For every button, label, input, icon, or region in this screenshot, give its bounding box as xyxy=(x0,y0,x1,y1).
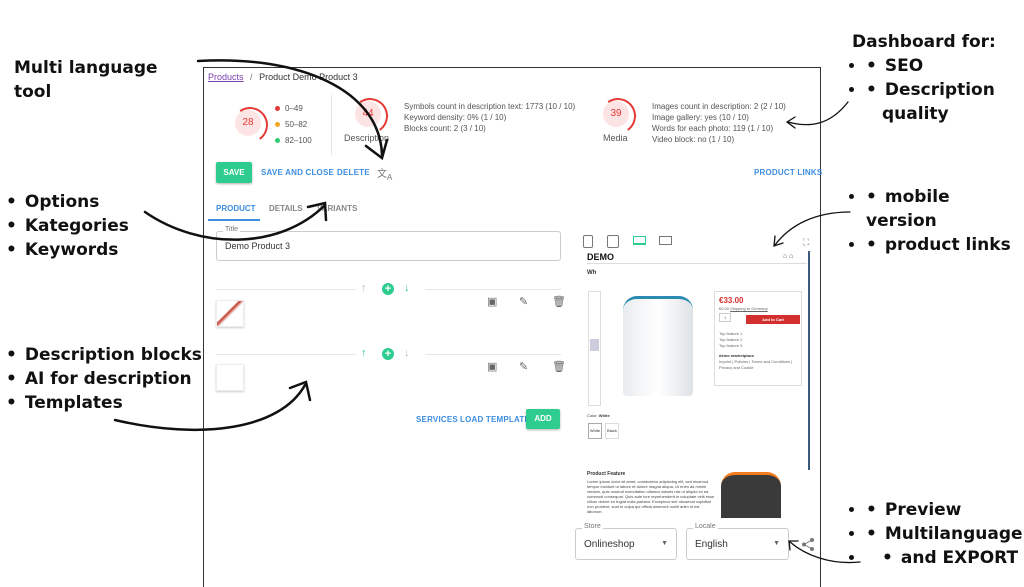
services-button[interactable]: SERVICES xyxy=(416,415,458,424)
annotation-item: Keywords xyxy=(6,238,129,262)
annotation-item: and EXPORT xyxy=(866,546,1023,570)
product-image xyxy=(623,296,693,396)
add-block-icon[interactable]: + xyxy=(382,283,394,295)
preview-frame: DEMO ⌂ ⌂ Wh €33.00 €0.00 Shipping to Ger… xyxy=(583,251,811,470)
divider xyxy=(425,289,561,290)
tab-product[interactable]: PRODUCT xyxy=(216,204,256,213)
add-block-icon[interactable]: + xyxy=(382,348,394,360)
annotation-dashboard-group: SEO Description quality xyxy=(866,54,1016,126)
active-tab-indicator xyxy=(208,219,260,221)
title-label: Title xyxy=(223,226,240,233)
breadcrumb-separator: / xyxy=(250,72,253,82)
store-select[interactable]: Store Onlineshop ▼ xyxy=(575,523,677,560)
variant-black[interactable]: Black xyxy=(605,423,619,439)
annotation-options-group: Options Kategories Keywords xyxy=(6,190,129,262)
move-up-icon[interactable]: ↑ xyxy=(361,282,367,294)
description-score: 44 xyxy=(355,101,381,127)
score-legend: 0–49 50–82 82–100 xyxy=(275,101,312,149)
annotation-item: Multilanguage xyxy=(866,522,1023,546)
title-input[interactable]: Title Demo Product 3 xyxy=(216,226,561,261)
share-icon[interactable] xyxy=(801,537,815,552)
delete-block-icon[interactable]: 🗑 xyxy=(552,295,566,308)
dropdown-caret-icon: ▼ xyxy=(773,540,780,547)
breadcrumb-products-link[interactable]: Products xyxy=(208,72,244,82)
translate-icon[interactable]: 文A xyxy=(377,165,392,182)
delete-button[interactable]: DELETE xyxy=(337,168,370,177)
color-label: Color: White xyxy=(587,413,610,418)
annotation-item: mobile version xyxy=(866,185,1024,233)
delete-block-icon[interactable]: 🗑 xyxy=(552,360,566,373)
feature-title: Product Feature xyxy=(587,471,626,477)
divider xyxy=(587,263,807,264)
legend-item: 82–100 xyxy=(275,133,312,149)
block-thumbnail[interactable] xyxy=(216,300,244,327)
annotation-preview-group: Preview Multilanguage and EXPORT xyxy=(866,498,1023,570)
legend-item: 50–82 xyxy=(275,117,312,133)
annotation-item: Templates xyxy=(6,391,202,415)
thumbnail-image[interactable] xyxy=(590,339,599,351)
feature-text: Lorem ipsum dolor sit amet, consectetur … xyxy=(587,479,715,514)
media-score-label: Media xyxy=(603,133,628,143)
dropdown-caret-icon: ▼ xyxy=(661,540,668,547)
move-down-icon[interactable]: ↓ xyxy=(404,347,410,359)
annotation-item: Preview xyxy=(866,498,1023,522)
save-block-icon[interactable]: ▣ xyxy=(487,295,497,308)
product-links-button[interactable]: PRODUCT LINKS xyxy=(754,168,822,177)
edit-block-icon[interactable]: ✎ xyxy=(519,295,528,308)
fullscreen-icon[interactable]: ⛶ xyxy=(803,237,809,248)
preview-feature-area: Product Feature Lorem ipsum dolor sit am… xyxy=(583,470,811,524)
move-up-icon[interactable]: ↑ xyxy=(361,347,367,359)
save-button[interactable]: SAVE xyxy=(216,162,252,183)
media-score: 39 xyxy=(603,101,629,127)
block-thumbnail[interactable] xyxy=(216,364,244,391)
preview-heading: Wh xyxy=(587,270,597,276)
preview-scrollbar[interactable] xyxy=(808,251,810,470)
save-and-close-button[interactable]: SAVE AND CLOSE xyxy=(261,168,334,177)
description-details: Symbols count in description text: 1773 … xyxy=(404,102,576,133)
preview-logo: DEMO xyxy=(587,252,614,262)
annotation-item: SEO xyxy=(866,54,1016,78)
price: €33.00 xyxy=(719,296,744,305)
annotation-item: AI for description xyxy=(6,367,202,391)
divider xyxy=(216,289,356,290)
legend-item: 0–49 xyxy=(275,101,312,117)
quantity-select[interactable]: 1 xyxy=(719,313,732,322)
divider xyxy=(331,95,332,155)
annotation-mobile-group: mobile version product links xyxy=(866,185,1024,257)
annotation-item: Kategories xyxy=(6,214,129,238)
add-to-cart-button[interactable]: Add to Cart xyxy=(746,315,800,324)
annotation-multi-language: Multi language tool xyxy=(14,58,158,102)
save-block-icon[interactable]: ▣ xyxy=(487,360,497,373)
media-details: Images count in description: 2 (2 / 10) … xyxy=(652,102,786,144)
locale-select[interactable]: Locale English ▼ xyxy=(686,523,789,560)
move-down-icon[interactable]: ↓ xyxy=(404,282,410,294)
laptop-view-icon[interactable] xyxy=(633,236,646,245)
annotation-blocks-group: Description blocks AI for description Te… xyxy=(6,343,202,415)
variant-white[interactable]: White xyxy=(588,423,602,439)
seller-links[interactable]: Imprint | Policies | Terms and Condition… xyxy=(719,359,797,371)
buy-box: €33.00 €0.00 Shipping to Germany 1 Add t… xyxy=(714,291,802,386)
divider xyxy=(216,354,356,355)
feature-image xyxy=(721,472,781,518)
annotation-item: Description quality xyxy=(866,78,1016,126)
breadcrumb-current: Product Demo Product 3 xyxy=(259,72,358,82)
preview-header-icons: ⌂ ⌂ xyxy=(783,253,794,260)
tab-details[interactable]: DETAILS xyxy=(269,204,303,213)
mobile-view-icon[interactable] xyxy=(583,235,593,248)
divider xyxy=(425,354,561,355)
title-value: Demo Product 3 xyxy=(225,241,291,251)
annotation-item: product links xyxy=(866,233,1024,257)
annotation-dashboard-title: Dashboard for: xyxy=(852,32,996,52)
load-template-button[interactable]: LOAD TEMPLATE xyxy=(460,415,530,424)
edit-block-icon[interactable]: ✎ xyxy=(519,360,528,373)
description-score-label: Description xyxy=(344,133,390,143)
annotation-item: Options xyxy=(6,190,129,214)
tablet-view-icon[interactable] xyxy=(607,235,619,248)
annotation-item: Description blocks xyxy=(6,343,202,367)
breadcrumb: Products / Product Demo Product 3 xyxy=(208,72,358,82)
add-button[interactable]: ADD xyxy=(526,409,560,429)
overall-score: 28 xyxy=(235,110,261,136)
tab-variants[interactable]: VARIANTS xyxy=(317,204,357,213)
desktop-view-icon[interactable] xyxy=(659,236,672,245)
